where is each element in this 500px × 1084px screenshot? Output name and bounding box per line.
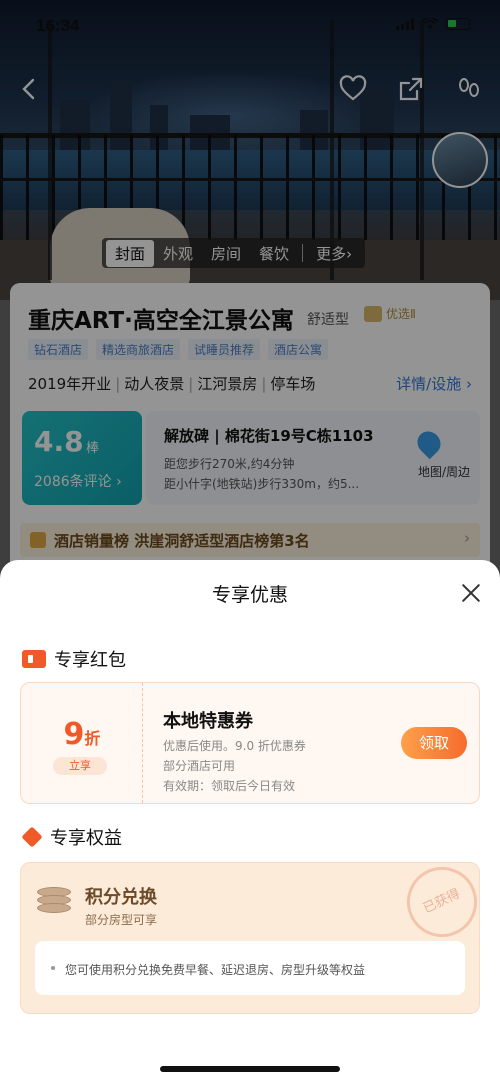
instant-label: 立享 — [53, 757, 107, 775]
diamond-heart-icon — [21, 826, 43, 848]
coins-icon — [37, 887, 71, 919]
benefit-card: 积分兑换 部分房型可享 已获得 您可使用积分兑换免费早餐、延迟退房、房型升级等权… — [20, 862, 480, 1014]
coupon-section-header: 专享红包 — [22, 646, 126, 672]
obtained-stamp: 已获得 — [395, 863, 479, 949]
ticket-icon — [22, 650, 46, 668]
coupon-validity: 有效期：领取后今日有效 — [163, 779, 296, 793]
exclusive-offers-sheet: 专享优惠 专享红包 9折 立享 本地特惠券 优惠后使用。9.0 折优惠券 部分酒… — [0, 560, 500, 1084]
home-indicator[interactable] — [160, 1066, 340, 1072]
benefit-note: 您可使用积分兑换免费早餐、延迟退房、房型升级等权益 — [35, 941, 465, 995]
discount-value: 9折 — [63, 717, 101, 752]
benefit-section-header: 专享权益 — [21, 824, 122, 850]
coupon-card: 9折 立享 本地特惠券 优惠后使用。9.0 折优惠券 部分酒店可用 有效期：领取… — [20, 682, 480, 804]
coupon-title: 本地特惠券 — [163, 711, 253, 732]
benefit-title: 积分兑换 — [85, 887, 157, 908]
claim-button[interactable]: 领取 — [401, 727, 467, 759]
coupon-section-title: 专享红包 — [54, 650, 126, 671]
coupon-discount-panel: 9折 立享 — [21, 683, 143, 803]
benefit-section-title: 专享权益 — [50, 828, 122, 849]
coupon-scope: 部分酒店可用 — [163, 759, 236, 773]
coupon-description: 优惠后使用。9.0 折优惠券 — [163, 739, 306, 753]
benefit-subtitle: 部分房型可享 — [85, 913, 158, 927]
benefit-note-text: 您可使用积分兑换免费早餐、延迟退房、房型升级等权益 — [65, 963, 366, 977]
close-icon[interactable] — [458, 580, 484, 606]
sheet-title: 专享优惠 — [211, 584, 288, 606]
